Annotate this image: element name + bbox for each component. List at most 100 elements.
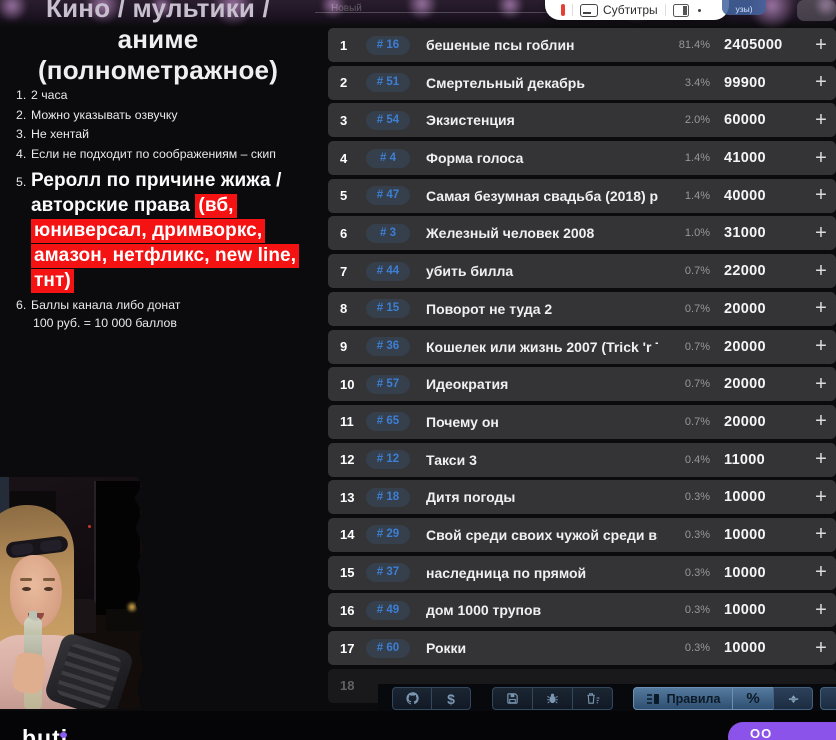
auction-rules-list: 1. 2 часа 2. Можно указывать озвучку 3. Не хе… — [16, 87, 320, 334]
subtitles-icon[interactable] — [580, 3, 598, 17]
lot-name-field[interactable]: бешеные псы гоблин — [426, 37, 658, 53]
rules-button[interactable]: Правила — [633, 687, 733, 710]
rules-icon — [646, 693, 659, 704]
lot-name-field[interactable]: наследница по прямой — [426, 565, 658, 581]
save-icon — [507, 693, 518, 704]
webcam-video — [0, 477, 144, 709]
lot-name-field[interactable]: Рокки — [426, 640, 658, 656]
stream-overlay: Новый Субтитры узы) Кино / мультики / ан… — [0, 0, 836, 740]
lot-percent: 0.7% — [684, 378, 710, 391]
add-points-button[interactable]: + — [812, 260, 830, 283]
add-points-button[interactable]: + — [812, 71, 830, 94]
add-points-button[interactable]: + — [812, 297, 830, 320]
new-lot-input[interactable]: Новый — [315, 0, 555, 13]
rule-item: 5. Реролл по причине жижа / авторские пра… — [16, 168, 320, 293]
lot-name-field[interactable]: Дитя погоды — [426, 489, 658, 505]
add-points-button[interactable]: + — [812, 523, 830, 546]
lot-name-field[interactable]: Такси 3 — [426, 452, 658, 468]
auction-title-line: аниме — [117, 24, 199, 54]
more-options-icon[interactable] — [697, 8, 701, 12]
lot-name-field[interactable]: Поворот не туда 2 — [426, 301, 658, 317]
lot-position: 12 — [340, 452, 355, 468]
streamer-eye — [44, 587, 53, 591]
lot-percent: 1.4% — [684, 152, 710, 165]
lot-name-field[interactable]: Смертельный декабрь — [426, 75, 658, 91]
add-points-button[interactable]: + — [812, 599, 830, 622]
purple-widget-button[interactable]: ОО — [728, 722, 836, 740]
auction-title-line: (полнометражное) — [37, 55, 279, 85]
lot-name-field[interactable]: Самая безумная свадьба (2018) раз у — [426, 188, 658, 204]
lot-name-field[interactable]: Почему он — [426, 414, 658, 430]
auction-title: Кино / мультики / аниме (полнометражное) — [6, 0, 310, 86]
add-points-button[interactable]: + — [812, 147, 830, 170]
lot-row: 1 # 16 бешеные псы гоблин 81.4% 2405000 … — [328, 28, 836, 62]
add-points-button[interactable]: + — [812, 373, 830, 396]
add-points-button[interactable]: + — [812, 561, 830, 584]
lot-position: 10 — [340, 376, 355, 392]
collapse-panel-button[interactable] — [773, 687, 813, 710]
lot-id-badge: # 47 — [366, 186, 410, 206]
lot-name-field[interactable]: Кошелек или жизнь 2007 (Trick 'r Tre — [426, 339, 658, 355]
lot-value: 10000 — [724, 640, 766, 656]
github-icon — [405, 692, 419, 705]
lot-name-field[interactable]: Форма голоса — [426, 150, 658, 166]
lot-position: 1 — [340, 37, 348, 53]
lot-row: 11 # 65 Почему он 0.7% 20000 + — [328, 404, 836, 439]
rule-text: Если не подходит по соображениям – скип — [31, 146, 276, 161]
lot-percent: 0.3% — [684, 604, 710, 617]
lot-name-field[interactable]: Идеократия — [426, 376, 658, 392]
donations-button[interactable]: $ — [431, 687, 471, 710]
picture-in-picture-icon[interactable] — [672, 3, 689, 17]
add-points-button[interactable]: + — [812, 448, 830, 471]
percent-toggle-button[interactable]: % — [732, 687, 774, 710]
lot-position: 14 — [340, 527, 355, 543]
list-actions-group — [492, 687, 613, 710]
streamer-eye — [22, 587, 31, 591]
add-points-button[interactable]: + — [812, 222, 830, 245]
bug-report-button[interactable] — [532, 687, 573, 710]
add-points-button[interactable]: + — [812, 410, 830, 433]
lot-id-badge: # 37 — [366, 563, 410, 583]
lot-percent: 0.7% — [684, 265, 710, 278]
lot-value: 2405000 — [724, 37, 783, 53]
lot-value: 20000 — [724, 338, 766, 355]
search-pill[interactable] — [797, 0, 836, 21]
lot-value: 60000 — [724, 112, 766, 129]
lot-name-field[interactable]: убить билла — [426, 263, 658, 279]
translate-icon[interactable] — [561, 4, 565, 16]
subtitles-button[interactable]: Субтитры — [603, 3, 658, 17]
lot-percent: 0.7% — [684, 415, 710, 428]
lot-value: 10000 — [724, 526, 766, 543]
lot-percent: 0.3% — [684, 528, 710, 541]
rule-item: 3. Не хентай — [16, 126, 320, 144]
auction-title-line: Кино / мультики / — [46, 0, 270, 23]
lot-percent: 0.4% — [684, 453, 710, 466]
lot-position: 6 — [340, 225, 348, 241]
lot-row: 10 # 57 Идеократия 0.7% 20000 + — [328, 367, 836, 402]
bottom-band: buti ОО — [0, 711, 836, 740]
save-button[interactable] — [492, 687, 533, 710]
add-points-button[interactable]: + — [812, 184, 830, 207]
add-points-button[interactable]: + — [812, 109, 830, 132]
lot-row: 6 # 3 Железный человек 2008 1.0% 31000 + — [328, 216, 836, 251]
add-points-button[interactable]: + — [812, 637, 830, 660]
lot-name-field[interactable]: Экзистенция — [426, 112, 658, 128]
lot-name-field[interactable]: дом 1000 трупов — [426, 602, 658, 618]
lot-percent: 3.4% — [684, 76, 710, 89]
lot-name-field[interactable]: Железный человек 2008 — [426, 225, 658, 241]
clear-list-button[interactable] — [572, 687, 613, 710]
add-points-button[interactable]: + — [812, 34, 830, 57]
lot-value: 22000 — [724, 263, 766, 280]
rule-number: 6. — [16, 298, 27, 312]
edge-button[interactable] — [820, 687, 836, 710]
rule-text: Не хентай — [31, 127, 89, 141]
github-button[interactable] — [392, 687, 432, 710]
lot-value: 40000 — [724, 187, 766, 204]
add-points-button[interactable]: + — [812, 486, 830, 509]
lot-row: 7 # 44 убить билла 0.7% 22000 + — [328, 254, 836, 289]
lot-value: 20000 — [724, 376, 766, 393]
add-points-button[interactable]: + — [812, 335, 830, 358]
lot-row: 2 # 51 Смертельный декабрь 3.4% 99900 + — [328, 65, 836, 100]
bug-icon — [547, 693, 558, 704]
lot-name-field[interactable]: Свой среди своих чужой среди враг — [426, 527, 658, 543]
